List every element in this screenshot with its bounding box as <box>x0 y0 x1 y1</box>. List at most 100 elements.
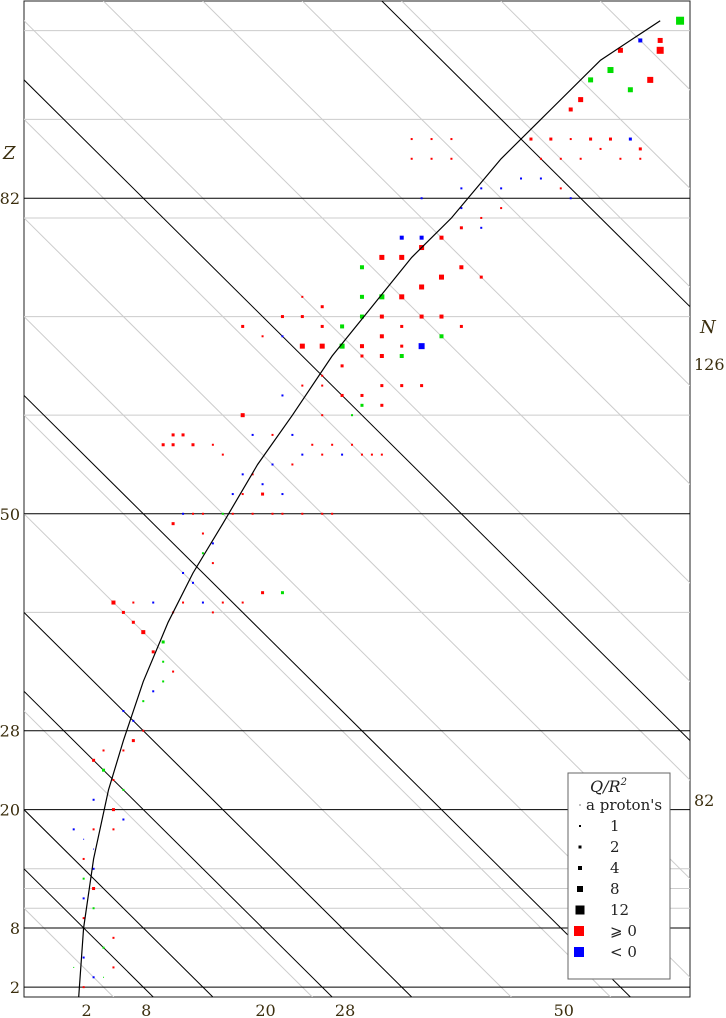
legend-size-marker <box>579 825 581 827</box>
data-point <box>379 354 384 359</box>
data-point <box>281 493 284 496</box>
data-point <box>359 265 364 270</box>
legend-label: 12 <box>610 901 629 919</box>
data-point <box>161 640 165 644</box>
data-point <box>400 384 404 388</box>
data-point <box>359 344 364 349</box>
data-point <box>579 157 582 160</box>
n-axis-symbol: N <box>699 317 717 338</box>
data-point <box>142 700 145 703</box>
data-point <box>211 611 214 614</box>
data-point <box>647 76 654 83</box>
data-point <box>380 453 383 456</box>
data-point <box>201 552 204 555</box>
y-tick-label: 82 <box>0 189 20 208</box>
data-point <box>122 710 125 713</box>
data-point <box>569 197 572 200</box>
data-point <box>251 512 254 515</box>
data-point <box>132 601 135 604</box>
n-tick-label: 82 <box>694 791 714 810</box>
data-point <box>291 463 294 466</box>
data-point <box>321 512 324 515</box>
data-point <box>450 157 453 160</box>
data-point <box>93 848 95 850</box>
data-point <box>656 46 664 54</box>
data-point <box>92 828 95 831</box>
y-tick-label: 28 <box>0 722 20 741</box>
data-point <box>300 315 304 319</box>
data-point <box>370 453 373 456</box>
legend-swatch <box>574 926 584 936</box>
data-point <box>480 226 483 229</box>
data-point <box>420 197 423 200</box>
data-point <box>162 680 165 683</box>
data-point <box>380 403 384 407</box>
data-point <box>172 670 175 673</box>
data-point <box>321 453 324 456</box>
data-point <box>608 137 612 141</box>
data-point <box>281 335 284 338</box>
data-point <box>280 315 284 319</box>
data-point <box>438 274 444 280</box>
data-point <box>122 788 125 791</box>
data-point <box>619 157 622 160</box>
data-point <box>351 414 354 417</box>
data-point <box>271 433 274 436</box>
data-point <box>639 157 642 160</box>
data-point <box>320 324 324 328</box>
data-point <box>459 265 464 270</box>
data-point <box>182 512 185 515</box>
data-point <box>569 138 572 141</box>
x-tick-label: 8 <box>141 1001 151 1018</box>
data-point <box>92 976 95 979</box>
data-point <box>359 294 364 299</box>
data-point <box>261 483 264 486</box>
data-point <box>121 610 125 614</box>
data-point <box>578 97 584 103</box>
data-point <box>351 443 354 446</box>
data-point <box>420 384 424 388</box>
data-point <box>331 443 334 446</box>
data-point <box>112 966 115 969</box>
data-point <box>261 335 264 338</box>
data-point <box>500 207 503 210</box>
data-point <box>676 16 685 25</box>
data-point <box>261 492 265 496</box>
y-tick-label: 2 <box>10 978 20 997</box>
data-point <box>191 512 194 515</box>
data-point <box>251 433 254 436</box>
y-tick-label: 8 <box>10 919 20 938</box>
data-point <box>340 393 344 397</box>
data-point <box>131 739 135 743</box>
data-point <box>628 137 632 141</box>
data-point <box>439 314 444 319</box>
data-point <box>92 758 96 762</box>
y-tick-label: 20 <box>0 801 20 820</box>
data-point <box>291 433 294 436</box>
data-point <box>92 867 95 870</box>
data-point <box>221 512 224 515</box>
data-point <box>211 443 214 446</box>
data-point <box>529 137 533 141</box>
data-point <box>182 601 185 604</box>
data-point <box>132 719 135 722</box>
data-point <box>181 433 185 437</box>
legend-title-sup: 2 <box>620 777 627 788</box>
data-point <box>191 581 194 584</box>
data-point <box>588 77 594 83</box>
data-point <box>103 976 105 978</box>
data-point <box>589 137 593 141</box>
data-point <box>73 966 75 968</box>
data-point <box>201 601 204 604</box>
data-point <box>301 512 304 515</box>
data-point <box>399 235 404 240</box>
data-point <box>410 157 413 160</box>
data-point <box>82 956 85 959</box>
data-point <box>112 828 115 831</box>
data-point <box>480 187 483 190</box>
data-point <box>439 334 444 339</box>
data-point <box>319 343 325 349</box>
data-point <box>151 650 155 654</box>
data-point <box>399 254 405 260</box>
data-point <box>102 749 105 752</box>
